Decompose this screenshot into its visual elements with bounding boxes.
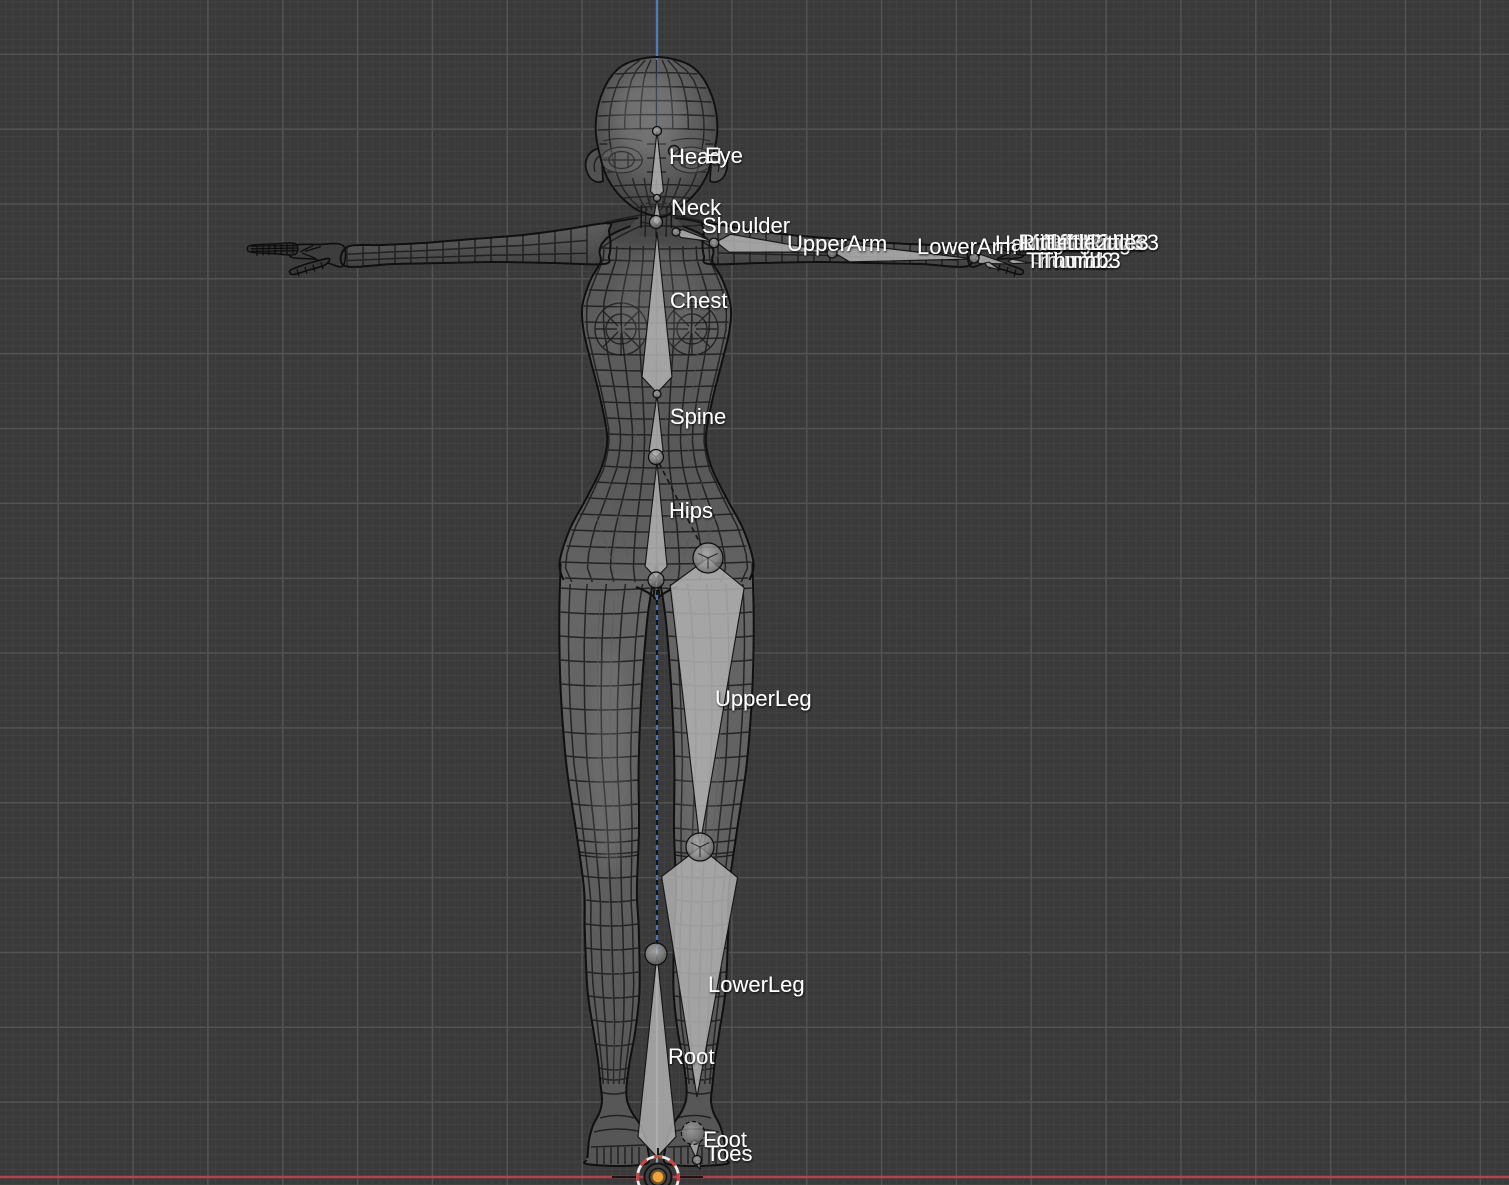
svg-text:Eye: Eye	[705, 143, 743, 168]
svg-text:UpperLeg: UpperLeg	[715, 686, 812, 711]
svg-text:UpperArm: UpperArm	[787, 231, 887, 256]
svg-text:Spine: Spine	[670, 404, 726, 429]
svg-text:Chest: Chest	[670, 288, 727, 313]
svg-text:Hips: Hips	[669, 498, 713, 523]
svg-text:Root: Root	[668, 1044, 714, 1069]
svg-text:Shoulder: Shoulder	[702, 213, 790, 238]
svg-text:Toes: Toes	[706, 1141, 752, 1166]
svg-text:LowerLeg: LowerLeg	[708, 972, 805, 997]
svg-text:Thumb3: Thumb3	[1040, 248, 1121, 273]
